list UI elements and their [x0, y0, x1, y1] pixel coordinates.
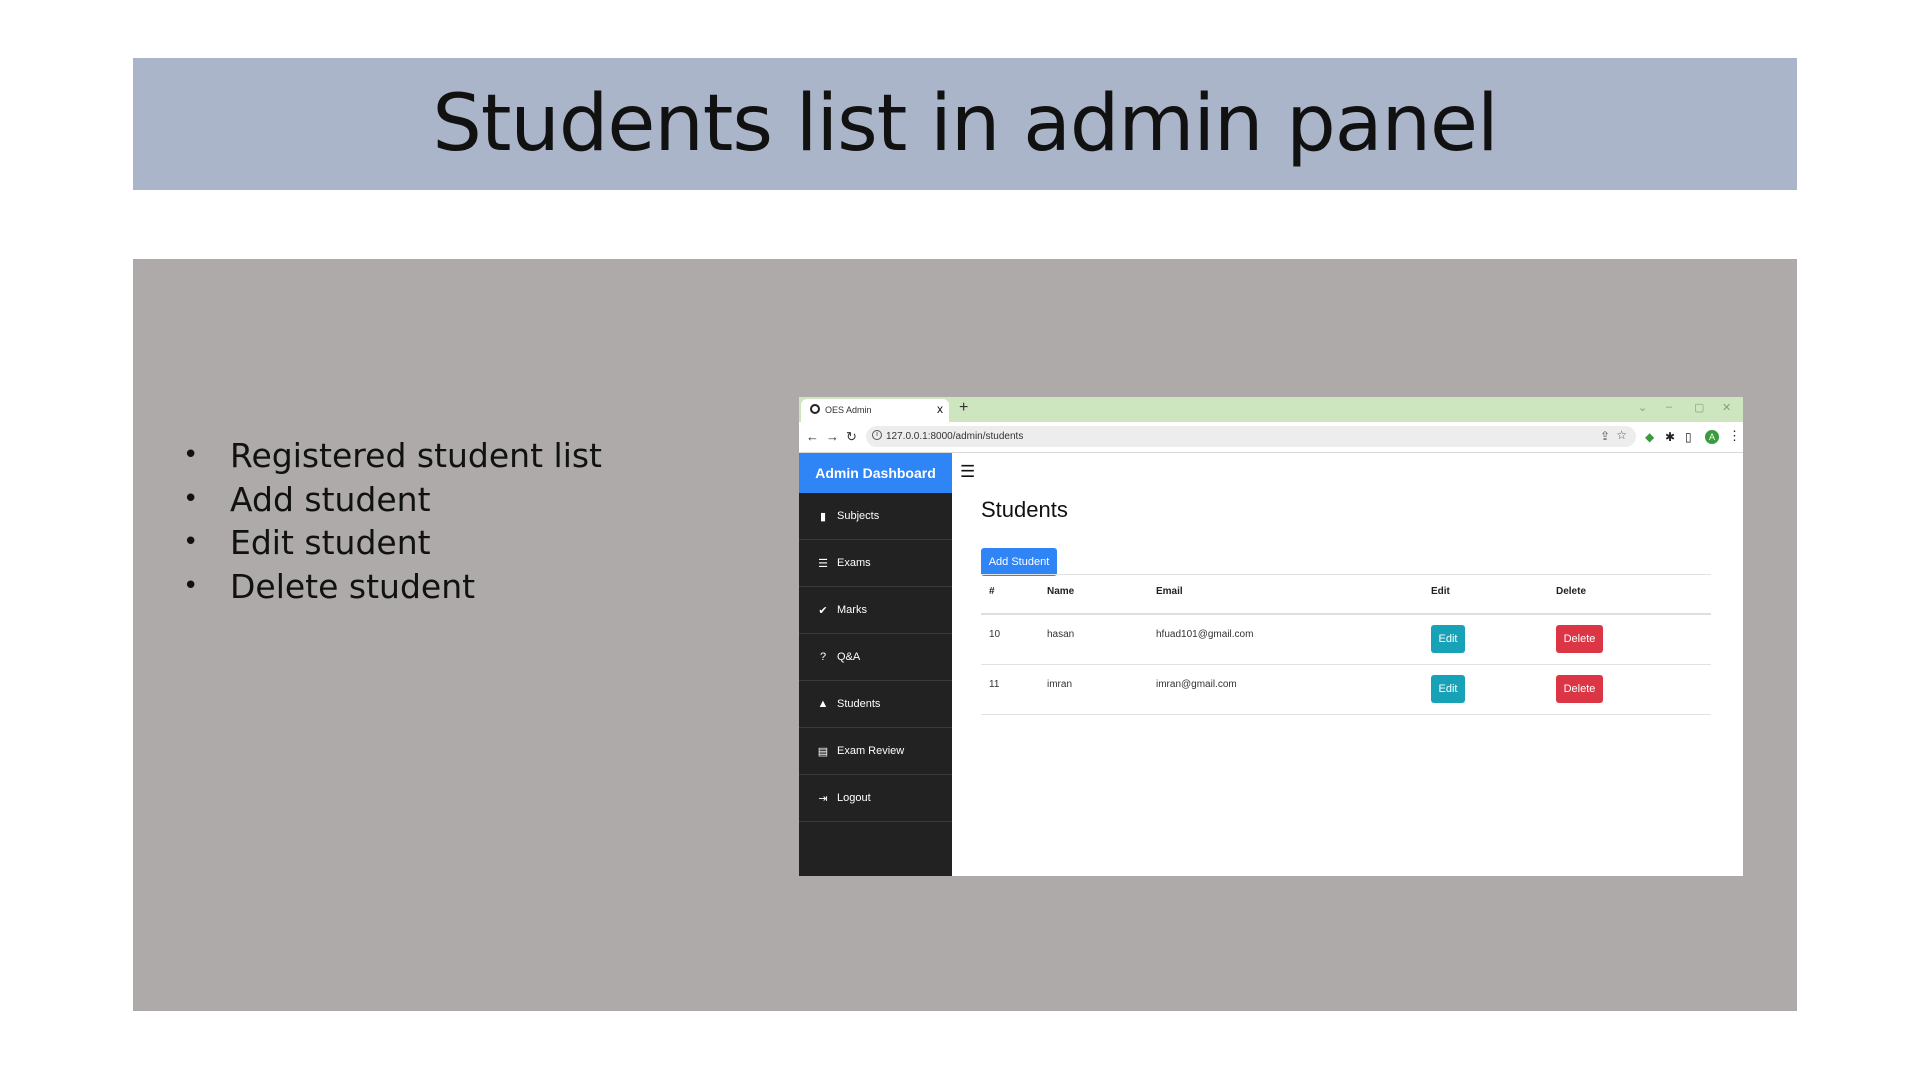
column-header-delete: Delete [1556, 586, 1587, 597]
sidebar-item-students[interactable]: ▲ Students [799, 681, 952, 728]
back-arrow-icon[interactable]: ← [806, 429, 819, 444]
bullet-dot-icon: • [183, 440, 199, 470]
table-top-divider [981, 574, 1711, 575]
bullet-dot-icon: • [183, 483, 199, 514]
site-info-icon[interactable]: i [872, 430, 882, 440]
cell-id: 11 [989, 679, 1000, 690]
sidebar-item-label: Students [837, 698, 881, 710]
reload-icon[interactable]: ↻ [846, 429, 857, 445]
forward-arrow-icon[interactable]: → [826, 429, 839, 444]
browser-tab[interactable]: OES Admin x [801, 399, 949, 422]
sidebar-item-subjects[interactable]: ▮ Subjects [799, 493, 952, 540]
slide-content-panel: • Registered student list • Add student • E… [133, 259, 1797, 1011]
extension-icon[interactable]: ◆ [1645, 430, 1654, 444]
sidebar-item-label: Subjects [837, 510, 880, 522]
file-icon: ▤ [817, 745, 829, 758]
table-row: 10 hasan hfuad101@gmail.com Edit Delete [981, 615, 1711, 665]
bullet-dot-icon: • [183, 570, 199, 601]
tab-close-icon[interactable]: x [937, 402, 943, 416]
check-icon: ✔ [818, 604, 828, 617]
question-icon: ? [819, 651, 827, 663]
browser-window: OES Admin x + ⌄ – ▢ ✕ ← → ↻ i 127.0.0.1:… [799, 397, 1743, 876]
graduation-cap-icon: ▲ [817, 698, 829, 710]
side-panel-icon[interactable]: ▯ [1685, 430, 1692, 444]
share-icon[interactable]: ⇪ [1600, 429, 1610, 443]
favicon-icon [810, 404, 820, 414]
restore-icon[interactable]: ▢ [1694, 401, 1704, 414]
url-text: 127.0.0.1:8000/admin/students [886, 431, 1024, 442]
sidebar-item-marks[interactable]: ✔ Marks [799, 587, 952, 634]
sidebar-brand[interactable]: Admin Dashboard [799, 453, 952, 493]
cell-id: 10 [989, 629, 1001, 640]
cell-email: hfuad101@gmail.com [1156, 629, 1254, 640]
bullet-item: • Edit student [183, 521, 602, 565]
profile-avatar[interactable]: A [1705, 430, 1719, 444]
delete-button[interactable]: Delete [1556, 675, 1603, 703]
tab-search-icon[interactable]: ⌄ [1638, 401, 1647, 414]
cell-name: imran [1047, 679, 1073, 690]
bookmark-star-icon[interactable]: ☆ [1616, 428, 1627, 442]
slide-title-band: Students list in admin panel [133, 58, 1797, 190]
column-header-email: Email [1156, 586, 1183, 597]
sidebar-item-label: Marks [837, 604, 867, 616]
bullet-item: • Registered student list [183, 434, 602, 478]
column-header-edit: Edit [1431, 586, 1450, 597]
url-field[interactable]: i 127.0.0.1:8000/admin/students ⇪ ☆ [866, 426, 1636, 447]
bullet-list: • Registered student list • Add student • E… [183, 434, 602, 608]
sidebar-item-label: Exam Review [837, 745, 905, 757]
new-tab-button[interactable]: + [959, 399, 968, 417]
sidebar-item-label: Exams [837, 557, 871, 569]
tab-bar: OES Admin x + ⌄ – ▢ ✕ [799, 397, 1743, 422]
minimize-icon[interactable]: – [1666, 401, 1672, 413]
list-icon: ☰ [818, 557, 828, 570]
delete-button[interactable]: Delete [1556, 625, 1603, 653]
cell-name: hasan [1047, 629, 1075, 640]
bullet-item: • Delete student [183, 565, 602, 609]
slide-title: Students list in admin panel [432, 79, 1498, 169]
cell-email: imran@gmail.com [1156, 679, 1237, 690]
sidebar-item-exams[interactable]: ☰ Exams [799, 540, 952, 587]
menu-kebab-icon[interactable]: ⋮ [1728, 428, 1741, 444]
puzzle-icon[interactable]: ✱ [1665, 430, 1675, 444]
sidebar: Admin Dashboard ▮ Subjects ☰ Exams ✔ Mar… [799, 453, 952, 876]
add-student-button[interactable]: Add Student [981, 548, 1057, 576]
table-row: 11 imran imran@gmail.com Edit Delete [981, 665, 1711, 715]
close-window-icon[interactable]: ✕ [1722, 401, 1731, 414]
sidebar-item-exam-review[interactable]: ▤ Exam Review [799, 728, 952, 775]
sign-out-icon: ⇥ [818, 792, 828, 805]
column-header-name: Name [1047, 586, 1075, 597]
hamburger-menu-icon[interactable]: ☰ [960, 462, 975, 482]
page-title: Students [981, 497, 1068, 522]
main-content: ☰ Students Add Student # Name Email Edit… [952, 453, 1743, 876]
sidebar-item-label: Q&A [837, 651, 861, 663]
edit-button[interactable]: Edit [1431, 675, 1465, 703]
column-header-id: # [989, 586, 995, 597]
sidebar-item-label: Logout [837, 792, 871, 804]
bullet-item: • Add student [183, 478, 602, 522]
book-icon: ▮ [819, 510, 827, 523]
address-bar: ← → ↻ i 127.0.0.1:8000/admin/students ⇪ … [799, 422, 1743, 453]
edit-button[interactable]: Edit [1431, 625, 1465, 653]
bullet-dot-icon: • [183, 527, 199, 557]
sidebar-item-qa[interactable]: ? Q&A [799, 634, 952, 681]
sidebar-item-logout[interactable]: ⇥ Logout [799, 775, 952, 822]
tab-title: OES Admin [825, 405, 872, 415]
